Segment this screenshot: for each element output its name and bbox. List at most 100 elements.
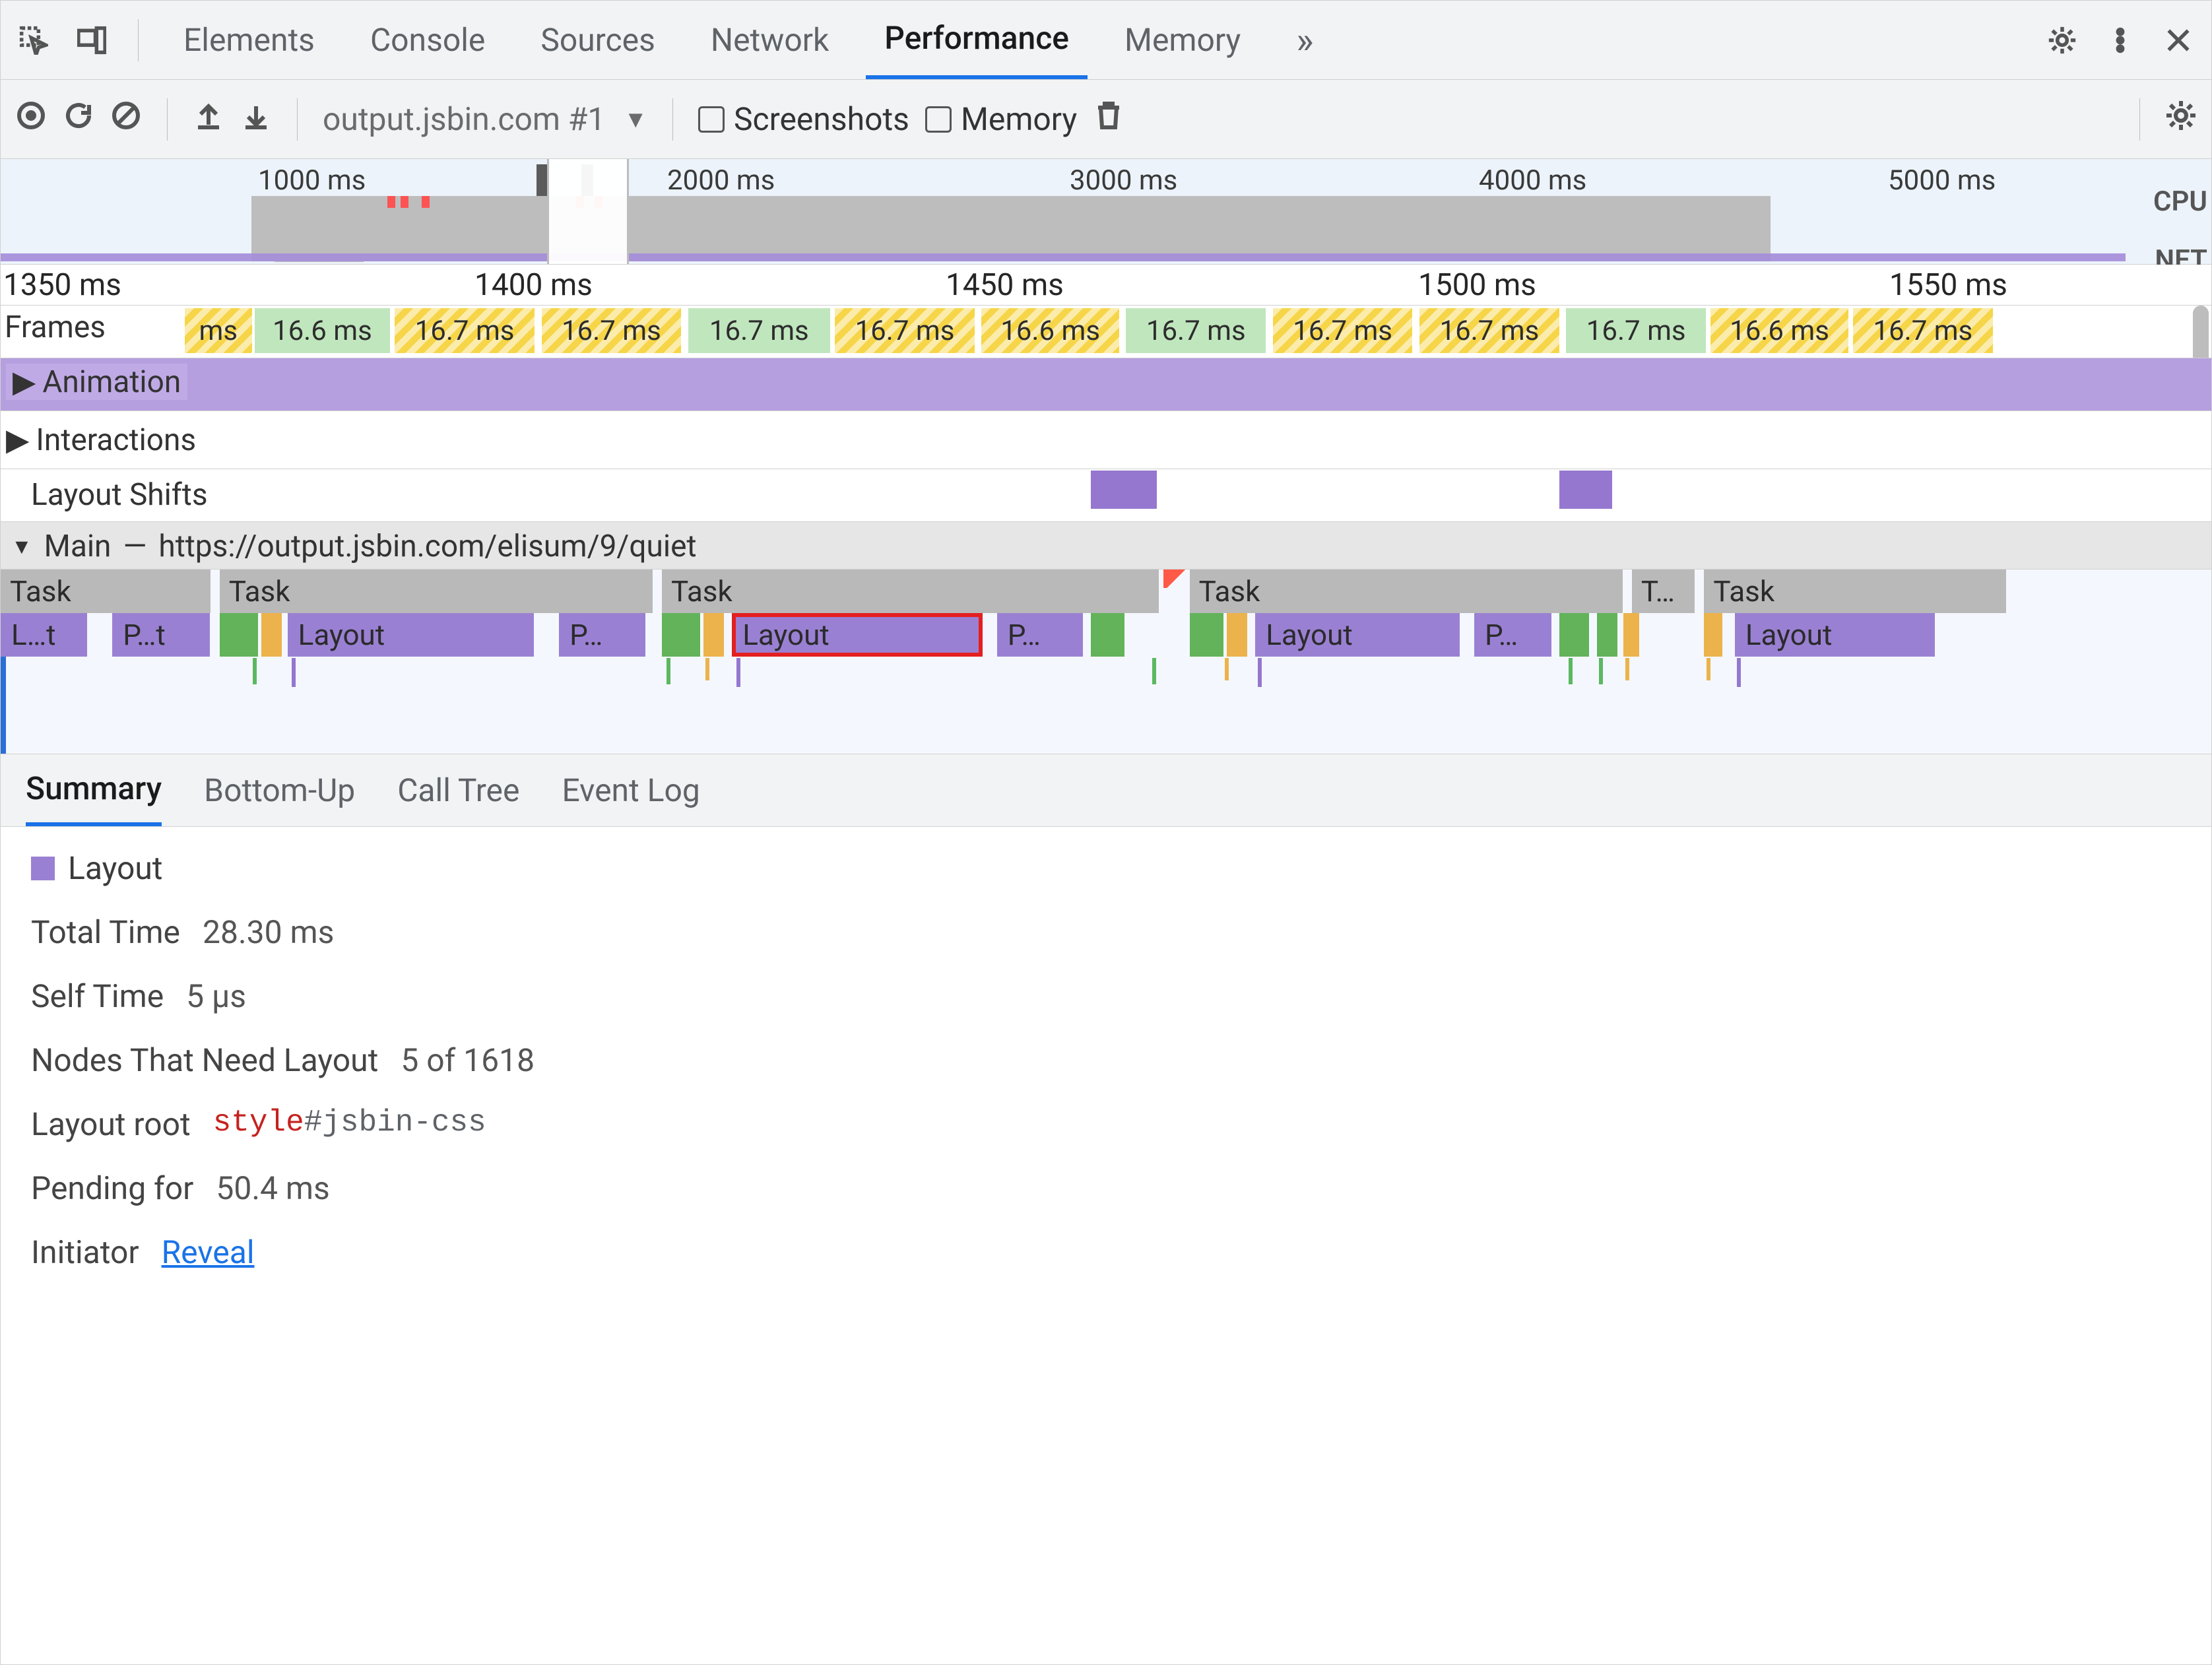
main-flame-chart[interactable]: TaskTaskTaskTaskT…Task L…tP…tLayoutP…Lay… [1,570,2211,754]
ruler-tick: 1550 ms [1889,267,2007,303]
frame-cell[interactable]: 16.7 ms [1853,308,1993,353]
layout-shift-block[interactable] [1559,471,1612,509]
task-block[interactable]: T… [1632,570,1695,613]
memory-checkbox[interactable]: Memory [925,100,1077,138]
task-block[interactable]: Task [220,570,653,613]
tab-event-log[interactable]: Event Log [562,754,699,826]
tab-performance[interactable]: Performance [866,1,1088,79]
layout-shift-block[interactable] [1091,471,1157,509]
task-block[interactable]: Task [1704,570,2005,613]
cpu-overview[interactable]: 1000 ms 2000 ms 3000 ms 4000 ms 5000 ms … [1,159,2211,265]
frames-track[interactable]: Frames ms16.6 ms16.7 ms16.7 ms16.7 ms16.… [1,306,2211,358]
tab-overflow[interactable]: » [1278,1,1332,79]
frame-cell[interactable]: 16.7 ms [542,308,682,353]
frame-cell[interactable]: 16.7 ms [1273,308,1413,353]
script-block[interactable] [1704,613,1722,657]
recalc-style-block[interactable] [220,613,258,657]
frame-cell[interactable]: 16.6 ms [981,308,1119,353]
separator [167,98,168,141]
collapse-icon[interactable]: ▼ [11,534,32,559]
interactions-track[interactable]: ▶ Interactions [1,411,2211,469]
initiator-reveal-link[interactable]: Reveal [162,1233,255,1271]
paint-block[interactable]: P… [559,613,645,657]
tab-memory[interactable]: Memory [1106,1,1259,79]
download-icon[interactable] [240,100,272,139]
gear-icon[interactable] [2165,100,2197,139]
cpu-label: CPU [2153,185,2207,218]
main-label: Main [44,529,112,564]
ruler-tick: 1400 ms [474,267,593,303]
tab-console[interactable]: Console [352,1,504,79]
self-time-value: 5 μs [186,977,246,1015]
gear-icon[interactable] [2042,20,2082,60]
time-ruler[interactable]: 1350 ms 1400 ms 1450 ms 1500 ms 1550 ms [1,265,2211,306]
layout-root-selector: #jsbin-css [304,1105,486,1140]
collapse-icon[interactable]: ▶ [13,364,36,400]
clear-icon[interactable] [110,100,142,139]
script-block[interactable] [1623,613,1640,657]
layout-shifts-track-label: Layout Shifts [6,477,208,513]
self-time-label: Self Time [31,977,164,1015]
collapse-icon[interactable]: ▶ [6,422,29,458]
task-block[interactable]: Task [662,570,1159,613]
recalc-style-block[interactable] [1559,613,1588,657]
animation-track[interactable]: ▶ Animation [1,358,2211,411]
reload-icon[interactable] [63,100,94,139]
tab-summary[interactable]: Summary [26,754,162,826]
main-thread-label: ▼ Main — https://output.jsbin.com/elisum… [11,529,697,564]
pending-row: Pending for 50.4 ms [31,1169,2181,1207]
tick-label: 1000 ms [258,164,366,197]
paint-block[interactable]: P… [1474,613,1551,657]
task-block[interactable]: Task [1190,570,1623,613]
paint-block[interactable]: P… [997,613,1084,657]
activity-block[interactable]: L…t [1,613,87,657]
frame-cell[interactable]: 16.7 ms [1126,308,1266,353]
task-block[interactable]: Task [1,570,211,613]
kebab-icon[interactable] [2100,20,2140,60]
frame-cell[interactable]: 16.7 ms [1566,308,1706,353]
recalc-style-block[interactable] [1190,613,1223,657]
frame-cell[interactable]: 16.7 ms [688,308,830,353]
recalc-style-block[interactable] [662,613,700,657]
activity-mark [1152,658,1156,684]
trash-icon[interactable] [1093,100,1124,139]
upload-icon[interactable] [193,100,224,139]
screenshots-checkbox[interactable]: Screenshots [698,100,909,138]
script-block[interactable] [703,613,724,657]
frame-cell[interactable]: 16.7 ms [395,308,535,353]
record-icon[interactable] [15,100,47,139]
layout-block[interactable]: Layout [288,613,534,657]
frame-cell[interactable]: 16.6 ms [1710,308,1848,353]
profiling-session-dropdown[interactable]: output.jsbin.com #1 ▼ [323,100,647,138]
frame-cell[interactable]: ms [185,308,252,353]
script-block[interactable] [261,613,282,657]
main-thread-header[interactable]: ▼ Main — https://output.jsbin.com/elisum… [1,522,2211,570]
tab-network[interactable]: Network [692,1,847,79]
performance-toolbar: output.jsbin.com #1 ▼ Screenshots Memory [1,80,2211,159]
script-block[interactable] [1227,613,1247,657]
separator [297,98,298,141]
layout-root-value[interactable]: style#jsbin-css [213,1105,486,1143]
pending-value: 50.4 ms [216,1169,329,1207]
frame-cell[interactable]: 16.7 ms [1419,308,1559,353]
layout-block[interactable]: Layout [1735,613,1935,657]
marks-row [1,658,2189,687]
overview-selection[interactable] [547,159,629,264]
event-type: Layout [31,849,2181,887]
inspect-icon[interactable] [14,20,53,60]
close-icon[interactable] [2159,20,2198,60]
paint-block[interactable]: P…t [112,613,209,657]
tab-sources[interactable]: Sources [522,1,674,79]
layout-block[interactable]: Layout [1255,613,1460,657]
layout-shifts-track[interactable]: Layout Shifts [1,469,2211,522]
device-toggle-icon[interactable] [72,20,112,60]
recalc-style-block[interactable] [1597,613,1617,657]
separator [2139,98,2140,141]
recalc-style-block[interactable] [1091,613,1124,657]
tab-bottom-up[interactable]: Bottom-Up [204,754,355,826]
frame-cell[interactable]: 16.7 ms [835,308,975,353]
frame-cell[interactable]: 16.6 ms [255,308,390,353]
tab-elements[interactable]: Elements [165,1,333,79]
tab-call-tree[interactable]: Call Tree [397,754,519,826]
summary-panel: Layout Total Time 28.30 ms Self Time 5 μ… [1,827,2211,1320]
